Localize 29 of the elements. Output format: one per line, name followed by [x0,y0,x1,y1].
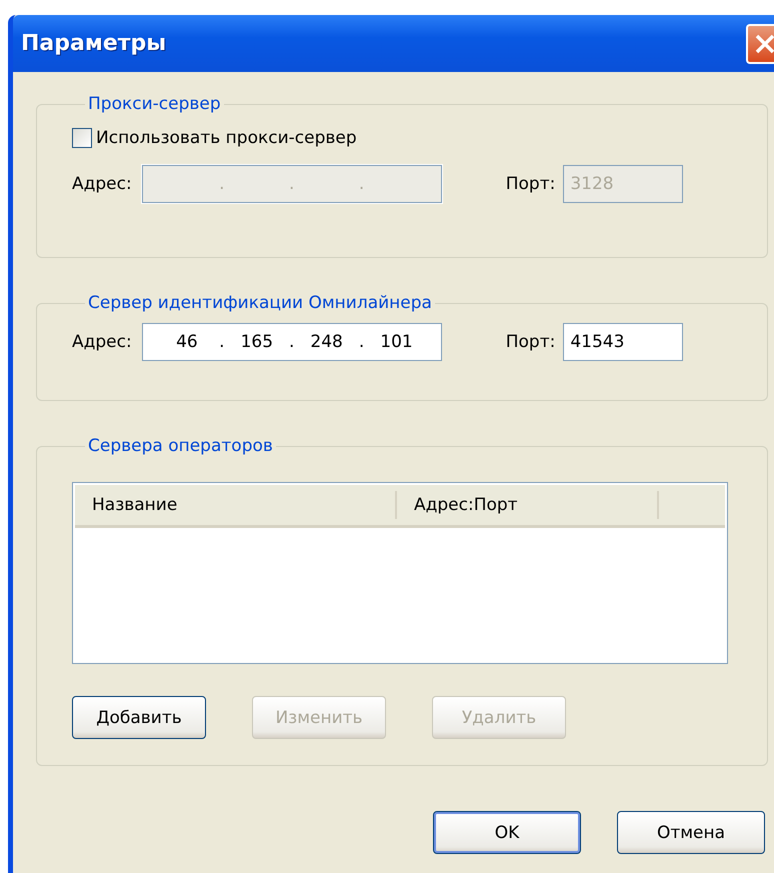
column-header[interactable]: Адрес:Порт [397,491,659,519]
ip-octet: 248 [309,332,344,352]
action-button[interactable]: Добавить [72,696,206,739]
ip-separator: . [219,174,225,194]
field-label: Порт: [506,174,556,194]
dialog-button[interactable]: OK [433,811,581,854]
ip-octet: 101 [379,332,414,352]
ip-separator: . [358,332,364,352]
ip-address-field[interactable]: 46 . 165 . 248 . 101 [142,323,442,361]
close-button[interactable] [746,24,774,64]
field-label: Адрес: [72,174,132,194]
ip-separator: . [358,174,364,194]
checkbox-label: Использовать прокси-сервер [96,128,357,148]
checkbox[interactable] [72,128,92,148]
field-label: Порт: [506,332,556,352]
ip-separator: . [219,332,225,352]
group-title: Сервер идентификации Омнилайнера [87,293,433,313]
window-title: Параметры [21,31,166,56]
group-title: Сервера операторов [87,436,274,456]
ip-octet: 46 [175,332,199,352]
dialog-button[interactable]: Отмена [617,811,765,854]
ip-separator: . [289,174,294,194]
close-icon [754,32,774,54]
port-field[interactable]: 41543 [563,323,684,361]
ip-octet: 165 [240,332,274,352]
ip-separator: . [289,332,294,352]
column-header[interactable]: Название [75,491,397,519]
field-label: Адрес: [72,332,132,352]
group-title: Прокси-сервер [87,94,222,114]
